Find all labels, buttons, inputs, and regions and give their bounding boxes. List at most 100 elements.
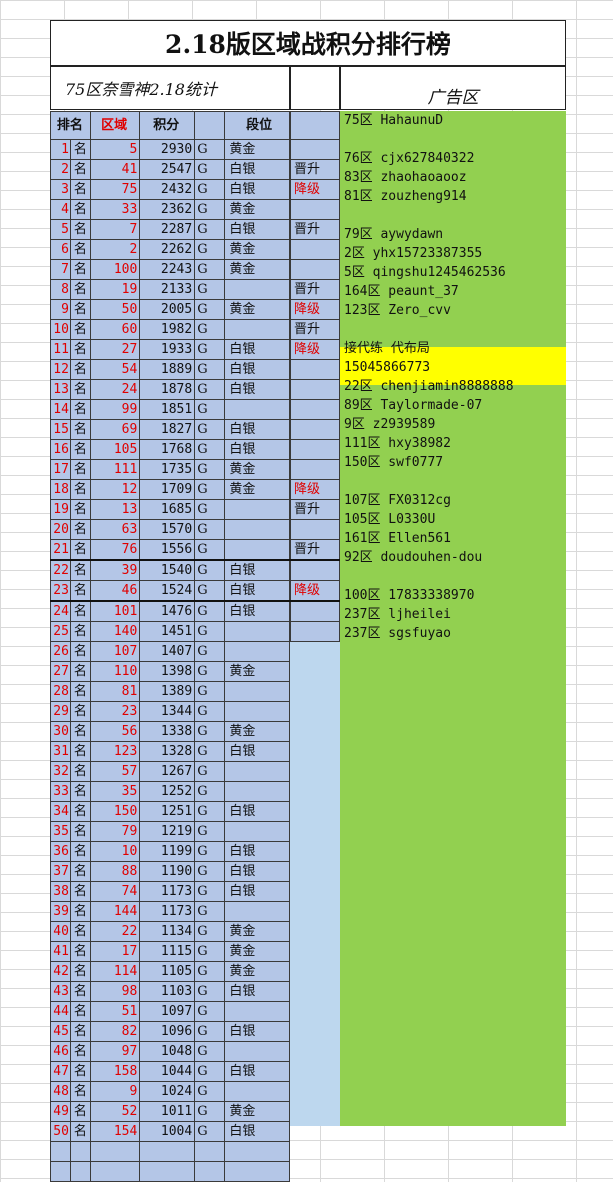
- rank-suffix: 名: [69, 721, 91, 742]
- rank-suffix: 名: [69, 499, 91, 520]
- table-row: 26 名 107 1407 G: [50, 641, 290, 662]
- status-label: 降级: [290, 179, 340, 200]
- rank-suffix: 名: [69, 921, 91, 942]
- status-label: [290, 459, 340, 480]
- zone-number: 99: [89, 399, 141, 420]
- tier-label: 黄金: [224, 199, 290, 220]
- grade-mark: G: [194, 580, 226, 602]
- tier-label: 白银: [224, 981, 290, 1002]
- zone-number: 79: [89, 821, 141, 842]
- score-value: 1933: [139, 339, 196, 360]
- status-label: [290, 239, 340, 260]
- rank-suffix: 名: [69, 600, 91, 622]
- tier-label: [224, 279, 290, 300]
- ranking-table: 排名 区域 积分 段位 1 名 5 2930 G 黄金 2 名 41 2547 G 白银 3 名 75 243…: [50, 111, 290, 1182]
- table-row: 38 名 74 1173 G 白银: [50, 881, 290, 902]
- tier-label: 黄金: [224, 1101, 290, 1122]
- ad-entry: 107区 FX0312cg: [344, 493, 451, 508]
- table-row: 25 名 140 1451 G: [50, 621, 290, 642]
- score-value: 1219: [139, 821, 196, 842]
- table-row: 4 名 33 2362 G 黄金: [50, 199, 290, 220]
- zone-number: 111: [89, 459, 141, 480]
- score-value: 2287: [139, 219, 196, 240]
- rank-number: 33: [50, 781, 71, 802]
- status-label: [290, 600, 340, 622]
- tier-label: [224, 781, 290, 802]
- status-label: [290, 419, 340, 440]
- tier-label: 白银: [224, 841, 290, 862]
- rank-number: 38: [50, 881, 71, 902]
- ad-entry: 89区 Taylormade-07: [344, 398, 483, 413]
- ad-entry: 105区 L0330U: [344, 512, 436, 527]
- status-row: [290, 519, 340, 540]
- ad-entry: 接代练 代布局: [344, 341, 430, 356]
- rank-number: 48: [50, 1081, 71, 1102]
- tier-label: 黄金: [224, 661, 290, 682]
- zone-number: 27: [89, 339, 141, 360]
- grade-mark: G: [194, 801, 226, 822]
- grade-mark: G: [194, 139, 226, 160]
- zone-number: 23: [89, 701, 141, 722]
- score-value: 1199: [139, 841, 196, 862]
- rank-suffix: 名: [69, 559, 91, 581]
- rank-number: 25: [50, 621, 71, 642]
- score-value: 1389: [139, 681, 196, 702]
- rank-suffix: 名: [69, 519, 91, 540]
- grade-mark: G: [194, 1081, 226, 1102]
- rank-number: 9: [50, 299, 71, 320]
- header-blank-cell: [290, 66, 340, 110]
- score-value: 1115: [139, 941, 196, 962]
- score-value: 1827: [139, 419, 196, 440]
- tier-label: 黄金: [224, 139, 290, 160]
- zone-number: 144: [89, 901, 141, 922]
- ad-entry: 161区 Ellen561: [344, 531, 451, 546]
- rank-number: 41: [50, 941, 71, 962]
- grade-mark: G: [194, 841, 226, 862]
- status-label: 晋升: [290, 219, 340, 240]
- grade-mark: G: [194, 539, 226, 561]
- tier-label: 白银: [224, 179, 290, 200]
- zone-number: 17: [89, 941, 141, 962]
- rank-number: 46: [50, 1041, 71, 1062]
- tier-label: 白银: [224, 379, 290, 400]
- table-row: 44 名 51 1097 G: [50, 1001, 290, 1022]
- status-row: 晋升: [290, 319, 340, 340]
- tier-label: [224, 399, 290, 420]
- grade-mark: G: [194, 1041, 226, 1062]
- table-row: 31 名 123 1328 G 白银: [50, 741, 290, 762]
- score-value: 2930: [139, 139, 196, 160]
- status-row: 降级: [290, 339, 340, 360]
- grade-mark: G: [194, 239, 226, 260]
- grade-mark: G: [194, 600, 226, 622]
- status-row: [290, 259, 340, 280]
- tier-label: 白银: [224, 559, 290, 581]
- header-tier: 段位: [224, 111, 290, 140]
- tier-label: [224, 519, 290, 540]
- rank-suffix: 名: [69, 219, 91, 240]
- grade-mark: G: [194, 339, 226, 360]
- zone-number: 2: [89, 239, 141, 260]
- grade-mark: G: [194, 941, 226, 962]
- rank-number: 1: [50, 139, 71, 160]
- table-row: 23 名 46 1524 G 白银: [50, 580, 290, 602]
- rank-number: 8: [50, 279, 71, 300]
- zone-number: 105: [89, 439, 141, 460]
- ad-entry: 9区 z2939589: [344, 417, 436, 432]
- tier-label: 白银: [224, 1061, 290, 1082]
- score-value: 1540: [139, 559, 196, 581]
- tier-label: [224, 499, 290, 520]
- rank-number: 43: [50, 981, 71, 1002]
- score-value: 2262: [139, 239, 196, 260]
- table-row: 8 名 19 2133 G: [50, 279, 290, 300]
- tier-label: [224, 901, 290, 922]
- table-row: 35 名 79 1219 G: [50, 821, 290, 842]
- table-row: 50 名 154 1004 G 白银: [50, 1121, 290, 1142]
- zone-number: 140: [89, 621, 141, 642]
- score-value: 1252: [139, 781, 196, 802]
- table-row: 16 名 105 1768 G 白银: [50, 439, 290, 460]
- rank-suffix: 名: [69, 259, 91, 280]
- table-row: 27 名 110 1398 G 黄金: [50, 661, 290, 682]
- status-row: [290, 439, 340, 460]
- score-value: 1735: [139, 459, 196, 480]
- rank-number: 17: [50, 459, 71, 480]
